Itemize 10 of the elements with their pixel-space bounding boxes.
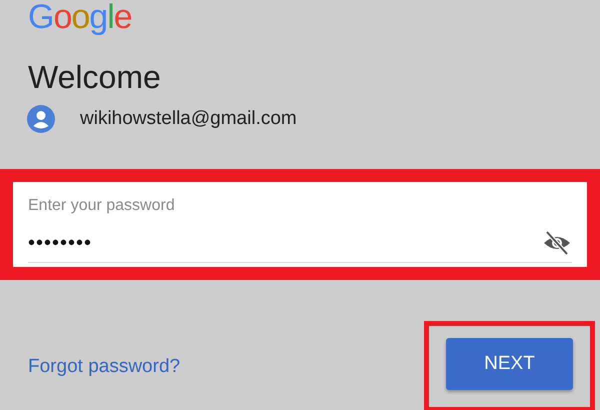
field-label: Enter your password — [28, 197, 175, 214]
google-logo: Google — [27, 0, 133, 34]
welcome-heading: Welcome — [28, 58, 161, 97]
next-button[interactable]: NEXT — [446, 338, 573, 390]
forgot-password-link[interactable]: Forgot password? — [28, 356, 180, 378]
password-field[interactable]: Enter your password •••••••• — [13, 182, 587, 267]
hide-password-icon[interactable] — [542, 230, 572, 256]
account-email: wikihowstella@gmail.com — [80, 108, 297, 130]
password-value: •••••••• — [28, 231, 92, 256]
account-avatar-icon — [27, 105, 55, 133]
